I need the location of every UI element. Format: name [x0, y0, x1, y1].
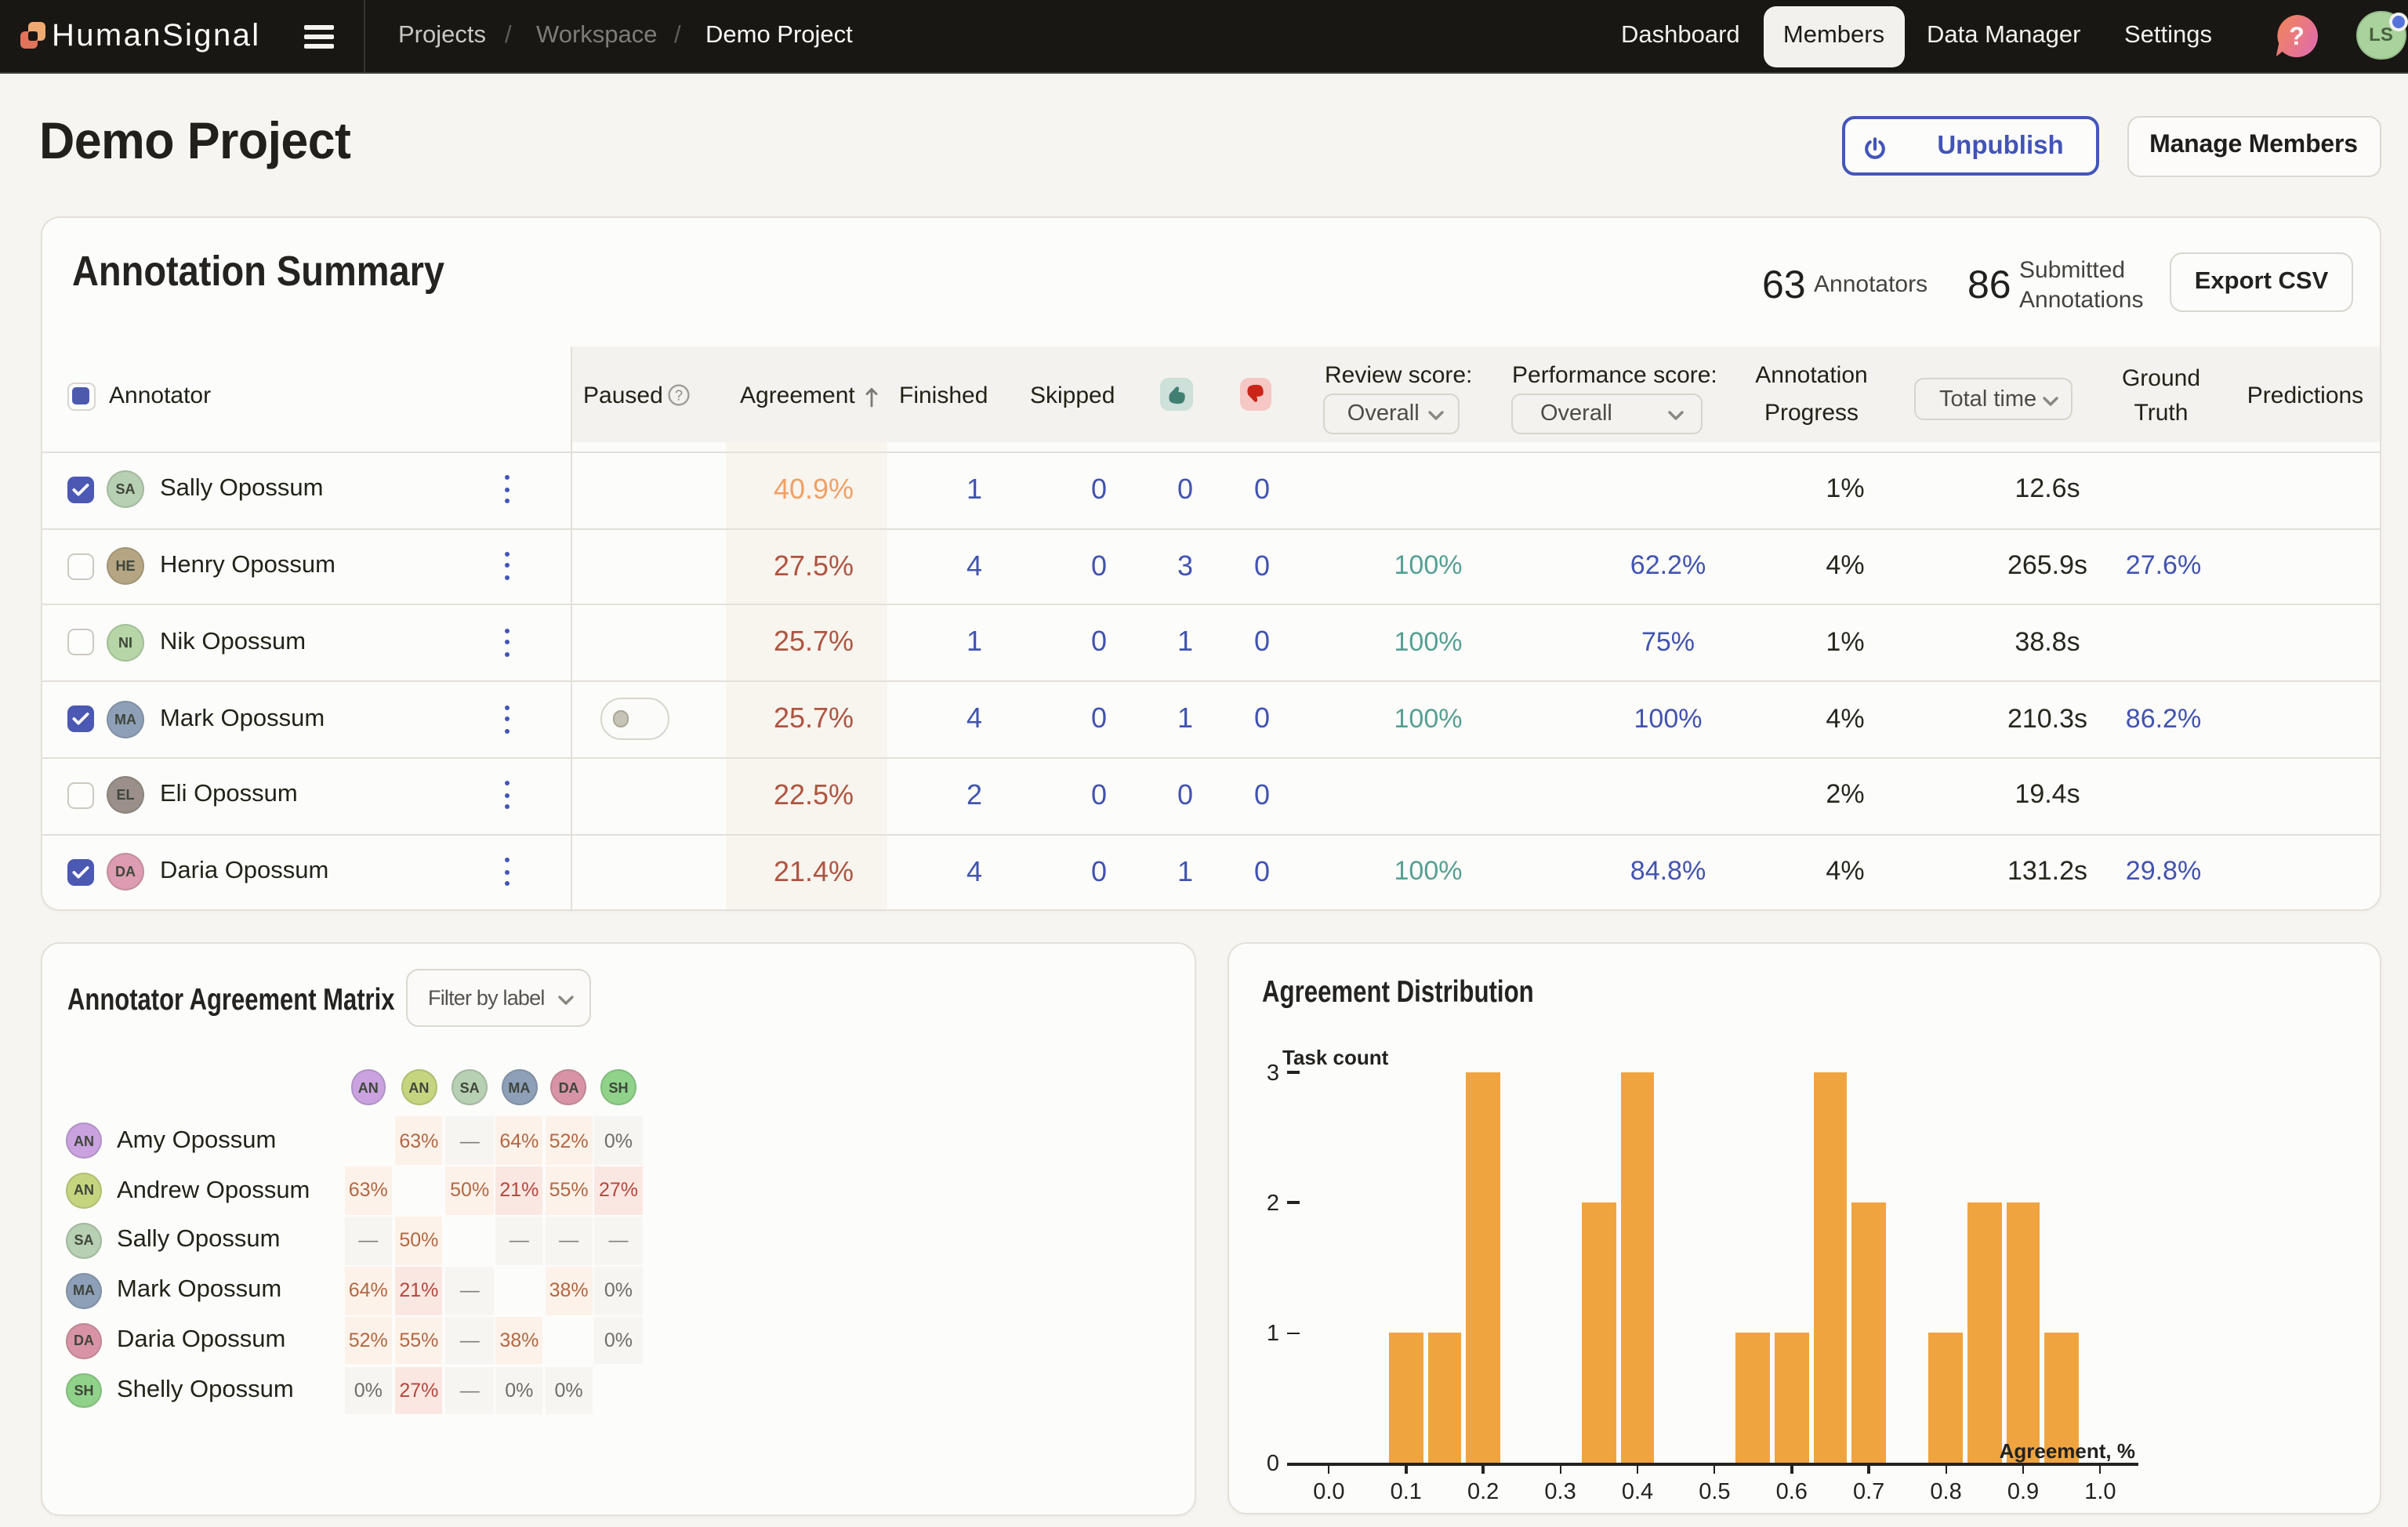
svg-text:?: ? [675, 387, 683, 403]
svg-text:?: ? [2289, 22, 2305, 50]
